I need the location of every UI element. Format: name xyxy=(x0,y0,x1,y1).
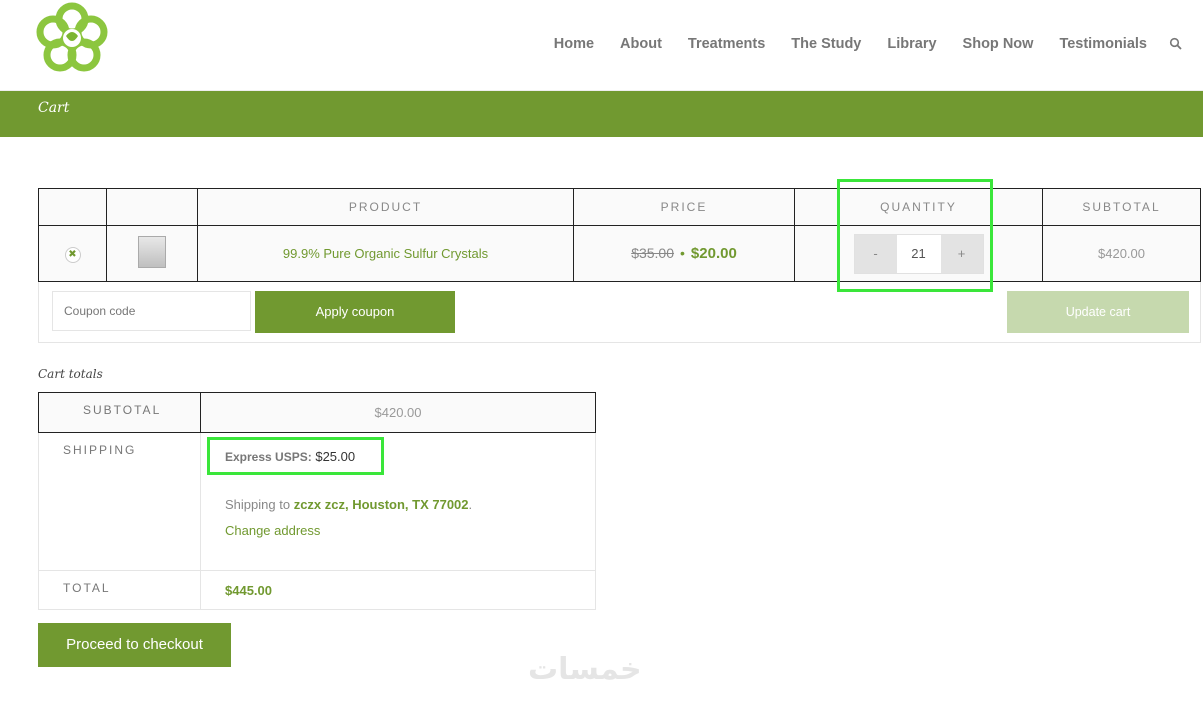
quantity-cell: - + xyxy=(794,225,1043,282)
cart-totals-heading: Cart totals xyxy=(38,367,103,381)
product-name-link[interactable]: 99.9% Pure Organic Sulfur Crystals xyxy=(283,246,488,261)
header-subtotal: SUBTOTAL xyxy=(1042,188,1201,226)
nav-home[interactable]: Home xyxy=(554,36,594,52)
proceed-to-checkout-button[interactable]: Proceed to checkout xyxy=(38,623,231,667)
subtotal-value: $420.00 xyxy=(200,392,596,433)
watermark: خمسات xyxy=(528,652,642,687)
shipping-label: SHIPPING xyxy=(38,432,201,571)
change-address-link[interactable]: Change address xyxy=(225,523,595,538)
cart-table: PRODUCT PRICE QUANTITY SUBTOTAL ✖ 99.9% … xyxy=(38,188,1201,282)
cart-header-row: PRODUCT PRICE QUANTITY SUBTOTAL xyxy=(38,188,1201,226)
nav-library[interactable]: Library xyxy=(887,36,936,52)
flower-logo-icon[interactable] xyxy=(36,2,108,74)
totals-shipping-row: SHIPPING Express USPS: $25.00 Shipping t… xyxy=(38,432,596,571)
price-original: $35.00 xyxy=(631,245,675,261)
nav-about[interactable]: About xyxy=(620,36,662,52)
page-title: Cart xyxy=(38,100,70,116)
nav-treatments[interactable]: Treatments xyxy=(688,36,765,52)
quantity-increase-button[interactable]: + xyxy=(940,234,983,273)
site-header: Home About Treatments The Study Library … xyxy=(0,0,1203,91)
cart-actions: Apply coupon Update cart xyxy=(38,282,1201,343)
shipping-to-prefix: Shipping to xyxy=(225,497,291,512)
shipping-method-name: Express USPS: xyxy=(225,450,312,464)
shipping-destination: Shipping to zczx zcz, Houston, TX 77002. xyxy=(225,497,595,512)
subtotal-label: SUBTOTAL xyxy=(38,392,201,433)
price-separator: • xyxy=(680,245,685,261)
nav-testimonials[interactable]: Testimonials xyxy=(1059,36,1147,52)
quantity-decrease-button[interactable]: - xyxy=(854,234,897,273)
totals-subtotal-row: SUBTOTAL $420.00 xyxy=(38,392,596,433)
header-remove xyxy=(38,188,107,226)
price-sale: $20.00 xyxy=(690,245,737,262)
main-nav: Home About Treatments The Study Library … xyxy=(528,36,1183,52)
header-quantity: QUANTITY xyxy=(794,188,1043,226)
nav-the-study[interactable]: The Study xyxy=(791,36,861,52)
price-cell: $35.00 • $20.00 xyxy=(573,225,795,282)
header-product: PRODUCT xyxy=(197,188,574,226)
total-value: $445.00 xyxy=(200,570,596,610)
cart-totals-table: SUBTOTAL $420.00 SHIPPING Express USPS: … xyxy=(38,392,596,610)
product-thumbnail[interactable] xyxy=(138,236,166,268)
shipping-to-suffix: . xyxy=(468,497,473,512)
shipping-method-price: $25.00 xyxy=(315,449,356,464)
totals-total-row: TOTAL $445.00 xyxy=(38,570,596,610)
quantity-input[interactable] xyxy=(896,234,941,273)
thumbnail-cell xyxy=(106,225,198,282)
shipping-details: Express USPS: $25.00 Shipping to zczx zc… xyxy=(200,432,596,571)
page-title-bar: Cart xyxy=(0,91,1203,137)
apply-coupon-button[interactable]: Apply coupon xyxy=(255,291,455,333)
nav-shop-now[interactable]: Shop Now xyxy=(963,36,1034,52)
coupon-code-input[interactable] xyxy=(52,291,251,331)
shipping-address: zczx zcz, Houston, TX 77002 xyxy=(293,497,469,512)
remove-item-icon[interactable]: ✖ xyxy=(64,246,81,263)
remove-cell: ✖ xyxy=(38,225,107,282)
quantity-stepper: - + xyxy=(853,233,984,274)
item-subtotal: $420.00 xyxy=(1042,225,1201,282)
table-row: ✖ 99.9% Pure Organic Sulfur Crystals $35… xyxy=(38,225,1201,282)
product-cell: 99.9% Pure Organic Sulfur Crystals xyxy=(197,225,574,282)
shipping-method: Express USPS: $25.00 xyxy=(225,449,595,464)
header-thumbnail xyxy=(106,188,198,226)
header-price: PRICE xyxy=(573,188,795,226)
search-icon[interactable] xyxy=(1169,37,1183,51)
update-cart-button[interactable]: Update cart xyxy=(1007,291,1189,333)
total-label: TOTAL xyxy=(38,570,201,610)
